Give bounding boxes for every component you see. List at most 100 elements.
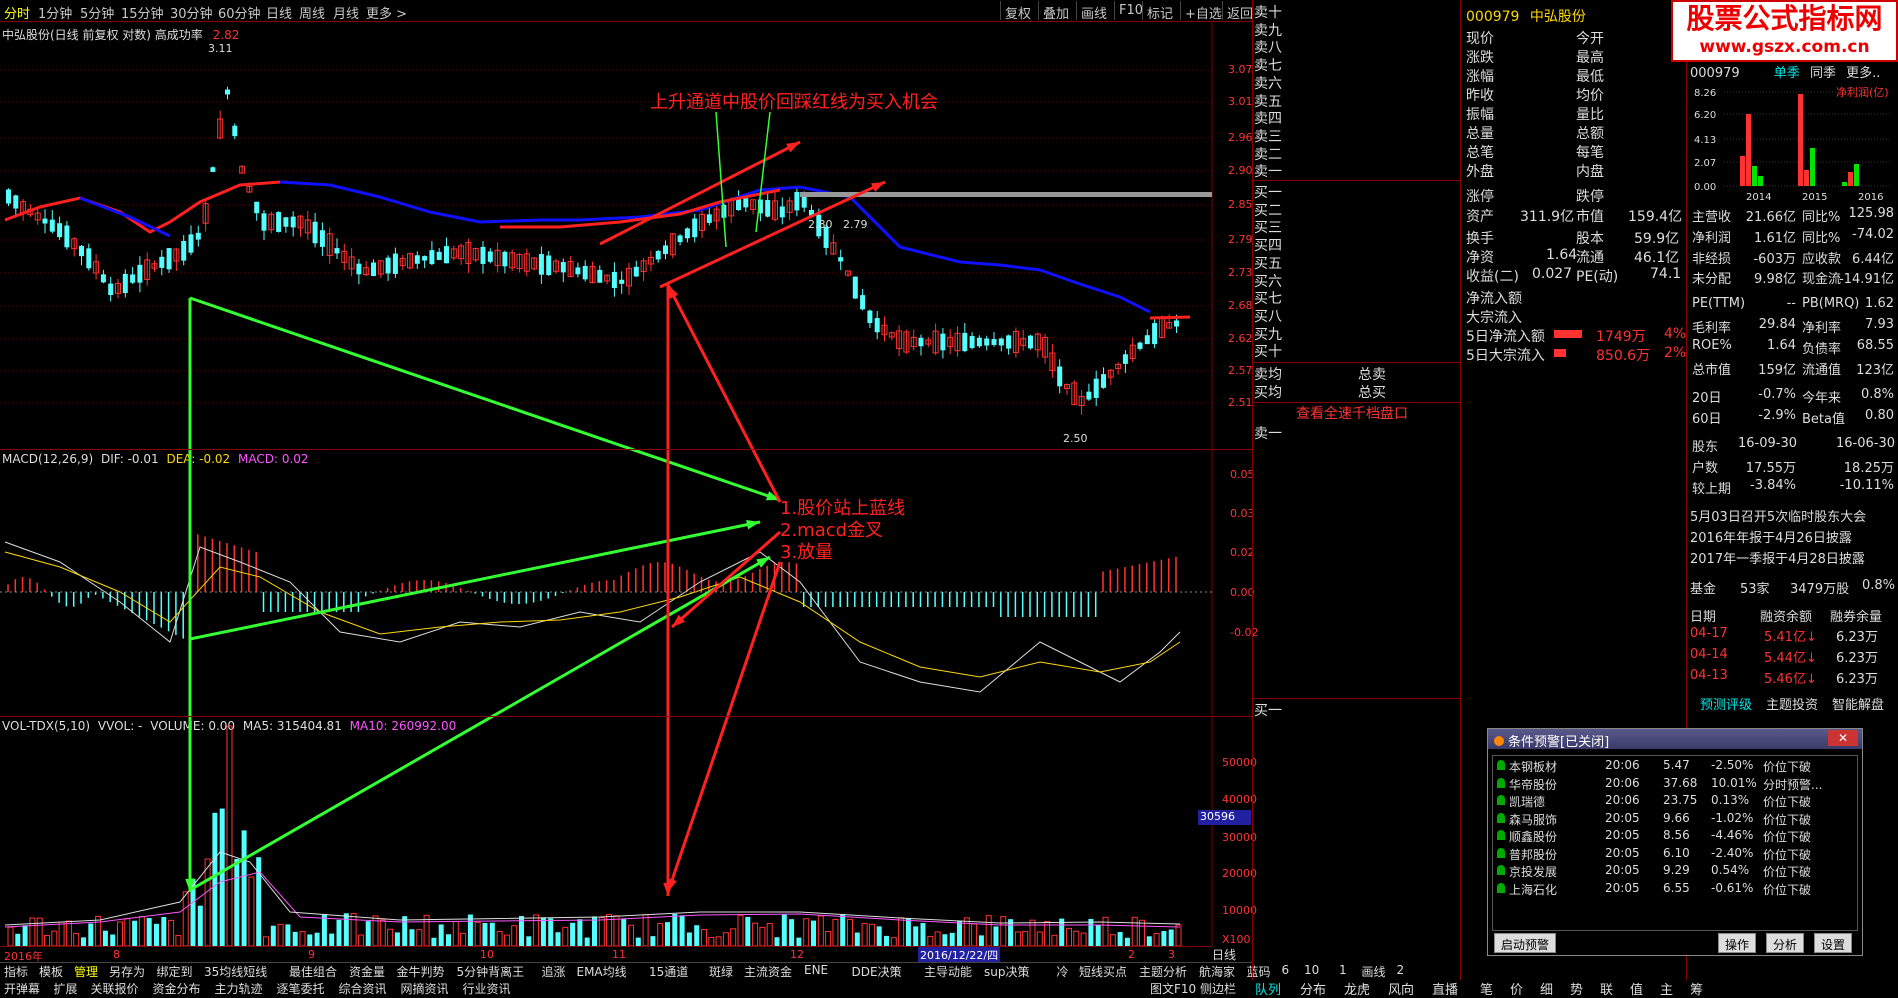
quote-label: 外盘 — [1466, 164, 1494, 180]
indicator-tab[interactable]: 1 — [1339, 963, 1347, 977]
quote-field: 59.9亿 — [1634, 231, 1680, 247]
fin-bottom-tab[interactable]: 主题投资 — [1766, 694, 1818, 713]
period-tab-1min[interactable]: 1分钟 — [38, 3, 72, 22]
period-tab-30min[interactable]: 30分钟 — [170, 3, 213, 22]
kline-chart[interactable] — [0, 22, 1252, 962]
low-price-label: 2.50 — [1063, 432, 1088, 445]
right-tab[interactable]: 风向 — [1388, 979, 1414, 998]
mark-button[interactable]: 标记 — [1142, 1, 1177, 22]
period-tab-15min[interactable]: 15分钟 — [121, 3, 164, 22]
indicator-tab[interactable]: 主流资金 — [744, 963, 792, 980]
candle-body — [42, 218, 48, 224]
right-tab[interactable]: 势 — [1570, 979, 1583, 998]
sidebar-tab[interactable]: 侧边栏 — [1200, 980, 1236, 997]
analyze-button[interactable]: 分析 — [1766, 933, 1805, 953]
candle-body — [1101, 374, 1106, 388]
indicator-tab[interactable]: 蓝码 — [1247, 963, 1271, 980]
volume-bar — [1036, 931, 1043, 947]
volume-bar — [555, 932, 561, 946]
volume-bar — [124, 918, 131, 947]
close-icon[interactable]: ✕ — [1828, 730, 1858, 746]
volume-bar — [665, 922, 670, 946]
indicator-tab[interactable]: 资金量 — [349, 963, 385, 980]
volume-bar — [1022, 930, 1029, 947]
fin-tab-same[interactable]: 同季 — [1810, 66, 1836, 81]
candle-body — [225, 89, 230, 95]
indicator-tab[interactable]: 模板 — [39, 963, 63, 980]
indicator-tab[interactable]: 追涨 — [542, 963, 566, 980]
quote-field: 4% — [1664, 326, 1687, 342]
indicator-tab[interactable]: 6 — [1282, 963, 1290, 977]
indicator-tab[interactable]: 指标 — [4, 963, 28, 980]
adjust-button[interactable]: 复权 — [1000, 1, 1035, 22]
right-tab[interactable]: 队列 — [1255, 979, 1281, 998]
volume-bar — [562, 926, 569, 947]
fin-tab-quarter[interactable]: 单季 — [1774, 66, 1800, 81]
info-tab[interactable]: 综合资讯 — [339, 980, 387, 997]
period-tab-more[interactable]: 更多 > — [366, 3, 407, 22]
indicator-tab[interactable]: sup决策 — [984, 963, 1029, 980]
right-tab[interactable]: 值 — [1630, 979, 1643, 998]
indicator-tab[interactable]: EMA均线 — [577, 963, 627, 980]
right-tab[interactable]: 主 — [1660, 979, 1673, 998]
fin-bottom-tab[interactable]: 智能解盘 — [1832, 694, 1884, 713]
period-tab-daily[interactable]: 日线 — [266, 3, 292, 22]
volume-bar — [204, 858, 211, 947]
settings-button[interactable]: 设置 — [1814, 933, 1853, 953]
period-tab-monthly[interactable]: 月线 — [333, 3, 359, 22]
period-tab-weekly[interactable]: 周线 — [299, 3, 325, 22]
indicator-tab[interactable]: 画线 — [1362, 963, 1386, 980]
info-tab[interactable]: 逐笔委托 — [277, 980, 325, 997]
operate-button[interactable]: 操作 — [1718, 933, 1757, 953]
overlay-button[interactable]: 叠加 — [1038, 1, 1073, 22]
info-tab[interactable]: 主力轨迹 — [215, 980, 263, 997]
condition-alert-window[interactable]: 条件预警[已关闭] ✕ 本钢板材 20:06 5.47 -2.50% 价位下破 华帝股份 2… — [1487, 728, 1863, 956]
info-tab[interactable]: 行业资讯 — [463, 980, 511, 997]
right-tab[interactable]: 龙虎 — [1344, 979, 1370, 998]
indicator-tab[interactable]: 最佳组合 — [289, 963, 337, 980]
info-tab[interactable]: 关联报价 — [91, 980, 139, 997]
indicator-tab[interactable]: 绑定到 — [157, 963, 193, 980]
indicator-tab[interactable]: 5分钟背离王 — [457, 963, 525, 980]
period-tab-60min[interactable]: 60分钟 — [218, 3, 261, 22]
fin-bottom-tab[interactable]: 预测评级 — [1700, 694, 1752, 713]
indicator-tab[interactable]: 短线买点 — [1079, 963, 1127, 980]
fin-tab-more[interactable]: 更多.. — [1846, 66, 1880, 81]
right-tab[interactable]: 直播 — [1432, 979, 1458, 998]
right-tab[interactable]: 价 — [1510, 979, 1523, 998]
right-tab[interactable]: 分布 — [1300, 979, 1326, 998]
volume-bar — [613, 915, 620, 947]
indicator-tab[interactable]: 35均线短线 — [204, 963, 267, 980]
period-toolbar: 分时 1分钟 5分钟 15分钟 30分钟 60分钟 日线 周线 月线 更多 > … — [0, 0, 1253, 22]
candle-body — [969, 336, 975, 348]
indicator-tab[interactable]: 另存为 — [109, 963, 145, 980]
indicator-tab[interactable]: 主导动能 — [924, 963, 972, 980]
indicator-tab[interactable]: 航海家 — [1199, 963, 1235, 980]
info-tab[interactable]: 开弹幕 — [4, 980, 40, 997]
indicator-tab[interactable]: 金牛判势 — [397, 963, 445, 980]
period-tab-5min[interactable]: 5分钟 — [80, 3, 114, 22]
right-tab[interactable]: 筹 — [1690, 979, 1703, 998]
right-tab[interactable]: 细 — [1540, 979, 1553, 998]
indicator-tab[interactable]: DDE决策 — [852, 963, 902, 980]
indicator-tab[interactable]: 15通道 — [649, 963, 688, 980]
price-tick: 2.85 — [1228, 198, 1253, 211]
start-alert-button[interactable]: 启动预警 — [1494, 933, 1557, 953]
add-watchlist-button[interactable]: +自选 — [1180, 1, 1226, 22]
right-tab[interactable]: 笔 — [1480, 979, 1493, 998]
period-tab-intraday[interactable]: 分时 — [4, 3, 30, 22]
draw-button[interactable]: 画线 — [1076, 1, 1111, 22]
indicator-tab[interactable]: 10 — [1304, 963, 1319, 977]
indicator-tab[interactable]: 冷 — [1057, 963, 1069, 980]
indicator-tab[interactable]: ENE — [804, 963, 828, 977]
indicator-tab[interactable]: 管理 — [74, 963, 98, 980]
full-depth-link[interactable]: 查看全速千档盘口 — [1296, 403, 1408, 423]
info-tab[interactable]: 资金分布 — [153, 980, 201, 997]
info-tab[interactable]: 网摘资讯 — [401, 980, 449, 997]
f10-tab[interactable]: 图文F10 — [1150, 980, 1196, 997]
indicator-tab[interactable]: 斑绿 — [709, 963, 733, 980]
right-tab[interactable]: 联 — [1600, 979, 1613, 998]
info-tab[interactable]: 扩展 — [54, 980, 78, 997]
indicator-tab[interactable]: 2 — [1397, 963, 1405, 977]
indicator-tab[interactable]: 主题分析 — [1139, 963, 1187, 980]
